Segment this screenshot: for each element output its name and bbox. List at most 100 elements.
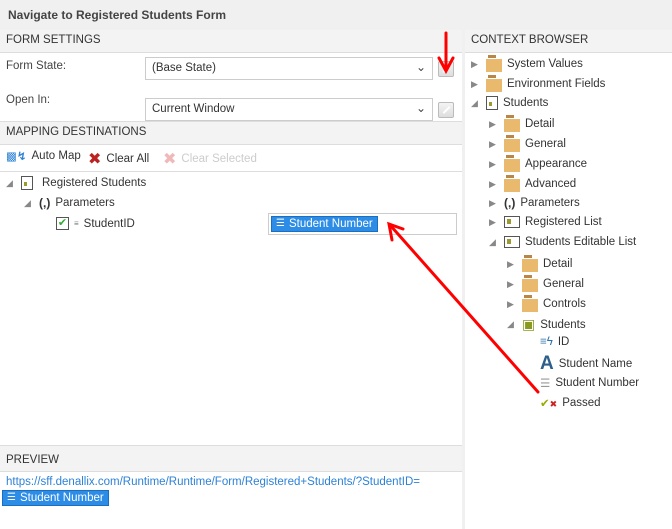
text-field-icon: A: [540, 353, 554, 374]
open-in-select[interactable]: Current Window ⌄: [145, 98, 433, 121]
number-field-icon: ≡: [74, 218, 79, 228]
context-tree-item[interactable]: ◢ ▣ Students: [507, 316, 586, 333]
folder-icon: [504, 115, 520, 132]
preview-url[interactable]: https://sff.denallix.com/Runtime/Runtime…: [6, 476, 420, 488]
auto-map-button[interactable]: ▩↯ Auto Map: [6, 149, 81, 163]
context-tree-item[interactable]: ▶ Registered List: [489, 216, 602, 228]
parameters-icon: (,): [504, 196, 516, 210]
tree-label: StudentID: [83, 217, 135, 230]
context-tree-label: Advanced: [525, 178, 577, 190]
collapse-icon: ◢: [489, 236, 496, 247]
tree-label: Registered Students: [42, 177, 147, 189]
auto-map-icon: ▩↯: [6, 151, 27, 163]
tree-item-registered-students[interactable]: ◢ Registered Students: [6, 176, 146, 190]
chip-label: Student Number: [288, 218, 373, 230]
context-browser-panel: CONTEXT BROWSER ▶ System Values ▶ Environme…: [465, 30, 672, 529]
expand-icon: ▶: [489, 197, 496, 208]
folder-icon: [504, 155, 520, 172]
context-tree-label: Detail: [543, 258, 573, 270]
context-tree-label: ID: [557, 336, 570, 348]
context-tree-item[interactable]: ◢ Students Editable List: [489, 236, 636, 248]
list-view-icon: [504, 236, 520, 248]
open-in-value: Current Window: [152, 103, 235, 115]
folder-icon: [504, 135, 520, 152]
expand-icon: ▶: [489, 138, 496, 149]
context-tree-item[interactable]: ▶ Appearance: [489, 155, 588, 172]
smartobject-icon: ▣: [522, 316, 536, 332]
collapse-icon: ◢: [6, 177, 13, 188]
context-tree-item[interactable]: ▶ General: [507, 275, 584, 292]
context-tree-label: Students: [540, 318, 586, 331]
form-settings-header: FORM SETTINGS: [0, 30, 462, 53]
collapse-icon: ◢: [471, 97, 478, 108]
context-tree-label: Students Editable List: [525, 236, 637, 248]
preview-token-chip: ☰ Student Number: [2, 490, 109, 506]
context-tree-label: System Values: [507, 58, 583, 70]
context-tree-item[interactable]: ▶ Environment Fields: [471, 75, 606, 92]
clear-icon: ✖: [88, 151, 102, 168]
context-tree-label: Student Name: [558, 358, 633, 370]
folder-icon: [486, 55, 502, 72]
clear-selected-label: Clear Selected: [181, 153, 257, 165]
number-field-icon: ☰: [7, 492, 16, 503]
expand-icon: ▶: [489, 178, 496, 189]
context-tree-item[interactable]: ☰ Student Number: [525, 376, 639, 390]
context-tree-item[interactable]: ▶ Advanced: [489, 175, 577, 192]
context-tree-item[interactable]: ≡ϟ ID: [525, 336, 569, 348]
mapping-drop-target[interactable]: ☰ Student Number: [268, 213, 457, 235]
chevron-down-icon: ⌄: [415, 101, 426, 115]
form-state-value: (Base State): [152, 62, 216, 74]
context-tree-label: Appearance: [525, 158, 588, 170]
folder-icon: [504, 175, 520, 192]
context-tree-label: Parameters: [520, 197, 580, 209]
context-tree-item[interactable]: ▶ Controls: [507, 295, 586, 312]
boolean-icon: ✔✖: [540, 398, 558, 410]
context-tree-item[interactable]: ▶ General: [489, 135, 566, 152]
context-tree-label: Student Number: [555, 377, 640, 389]
clear-all-button[interactable]: ✖ Clear All: [88, 149, 149, 169]
context-tree-label: Environment Fields: [507, 78, 606, 90]
number-field-icon: ☰: [276, 218, 285, 229]
expand-icon: ▶: [471, 58, 478, 69]
context-tree-item[interactable]: ▶ System Values: [471, 55, 583, 72]
folder-icon: [522, 255, 538, 272]
form-state-label: Form State:: [6, 60, 67, 72]
context-tree-item[interactable]: ✔✖ Passed: [525, 396, 601, 410]
context-tree-label: General: [525, 138, 566, 150]
form-state-edit-button[interactable]: [438, 61, 454, 77]
open-in-edit-button[interactable]: [438, 102, 454, 118]
context-tree-label: Detail: [525, 118, 555, 130]
tree-item-parameters[interactable]: ◢ (,) Parameters: [24, 196, 115, 210]
context-tree-item[interactable]: ▶ (,) Parameters: [489, 196, 580, 210]
left-panel: FORM SETTINGS Form State: (Base State) ⌄ …: [0, 30, 462, 529]
mapped-value-chip[interactable]: ☰ Student Number: [271, 216, 378, 232]
context-browser-header: CONTEXT BROWSER: [465, 30, 672, 53]
chip-label: Student Number: [19, 492, 104, 504]
context-tree-item[interactable]: ▶ Detail: [489, 115, 555, 132]
context-tree-label: Students: [503, 97, 549, 109]
folder-icon: [486, 75, 502, 92]
list-view-icon: [504, 216, 520, 228]
clear-all-label: Clear All: [106, 153, 150, 165]
context-tree-label: Registered List: [525, 216, 602, 228]
form-state-select[interactable]: (Base State) ⌄: [145, 57, 433, 80]
mapping-header: MAPPING DESTINATIONS: [0, 121, 462, 145]
context-tree-item[interactable]: A Student Name: [525, 353, 633, 374]
chevron-down-icon: ⌄: [415, 60, 426, 74]
expand-icon: ▶: [471, 78, 478, 89]
clear-selected-button[interactable]: ✖ Clear Selected: [163, 149, 257, 169]
form-icon: [21, 176, 33, 190]
clear-icon: ✖: [163, 151, 177, 168]
context-tree-item[interactable]: ▶ Detail: [507, 255, 573, 272]
preview-header: PREVIEW: [0, 445, 462, 472]
expand-icon: ▶: [489, 216, 496, 227]
expand-icon: ▶: [507, 298, 514, 309]
expand-icon: ▶: [507, 278, 514, 289]
context-tree-label: General: [543, 278, 584, 290]
collapse-icon: ◢: [507, 319, 514, 329]
collapse-icon: ◢: [24, 197, 31, 208]
tree-item-studentid[interactable]: ✔ ≡ StudentID: [56, 217, 135, 230]
context-tree-item[interactable]: ◢ Students: [471, 96, 548, 110]
checkbox-checked[interactable]: ✔: [56, 217, 69, 230]
autonumber-icon: ≡ϟ: [540, 336, 553, 348]
